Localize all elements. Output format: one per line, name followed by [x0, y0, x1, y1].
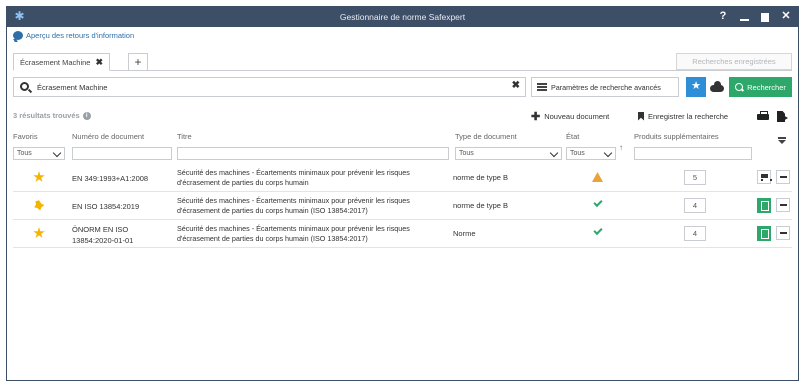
results-toolbar: 3 résultats trouvés i ✚ Nouveau document…	[13, 108, 792, 124]
pdf-icon[interactable]	[757, 198, 771, 213]
search-box: ✖	[13, 77, 526, 97]
warning-icon	[592, 172, 603, 182]
document-title: Sécurité des machines - Écartements mini…	[177, 196, 410, 215]
type-filter-value: Tous	[459, 150, 474, 157]
favorite-star-half-icon[interactable]	[34, 200, 45, 211]
title-filter-input[interactable]	[177, 147, 449, 160]
save-search-label: Enregistrer la recherche	[648, 111, 729, 121]
tab-bar: Écrasement Machine ✖ + Recherches enregi…	[13, 49, 792, 71]
results-count-label: 3 résultats trouvés	[13, 111, 80, 120]
save-search-button[interactable]: Enregistrer la recherche	[638, 108, 728, 124]
tab-label: Écrasement Machine	[20, 57, 91, 67]
state-filter-select[interactable]: Tous	[566, 147, 616, 160]
window-title: Gestionnaire de norme Safexpert	[339, 12, 466, 22]
export-icon[interactable]	[777, 111, 789, 122]
filter-lines-icon	[537, 83, 547, 91]
document-number: EN 349:1993+A1:2008	[72, 174, 149, 183]
chevron-down-icon	[52, 148, 62, 158]
document-title: Sécurité des machines - Écartements mini…	[177, 224, 410, 243]
column-header-title[interactable]: Titre	[177, 132, 192, 141]
document-title: Sécurité des machines - Écartements mini…	[177, 168, 410, 187]
feedback-label: Aperçu des retours d'information	[26, 30, 135, 40]
checkmark-icon	[593, 197, 603, 208]
column-header-number[interactable]: Numéro de document	[72, 132, 144, 141]
bookmark-icon	[638, 111, 644, 121]
minimize-button[interactable]	[738, 10, 750, 23]
favorites-filter-button[interactable]: ★	[686, 77, 706, 97]
results-count: 3 résultats trouvés i	[13, 111, 91, 120]
favorites-filter-value: Tous	[17, 150, 32, 157]
plus-icon: ✚	[531, 110, 541, 123]
column-header-extra[interactable]: Produits supplémentaires	[634, 132, 719, 141]
column-menu-icon[interactable]	[775, 134, 789, 146]
more-options-icon[interactable]	[776, 170, 790, 184]
favorite-star-icon[interactable]	[33, 227, 45, 238]
more-options-icon[interactable]	[776, 198, 790, 212]
number-filter-input[interactable]	[72, 147, 172, 160]
search-input[interactable]	[37, 80, 507, 94]
favorites-filter-select[interactable]: Tous	[13, 147, 65, 160]
tab-search[interactable]: Écrasement Machine ✖	[13, 53, 110, 71]
print-icon[interactable]	[757, 111, 769, 121]
advanced-search-button[interactable]: Paramètres de recherche avancés	[531, 77, 679, 97]
column-header-favorites[interactable]: Favoris	[13, 132, 38, 141]
search-icon	[20, 82, 29, 91]
info-icon[interactable]: i	[82, 111, 91, 120]
feedback-link[interactable]: Aperçu des retours d'information	[13, 29, 134, 41]
type-filter-select[interactable]: Tous	[455, 147, 562, 160]
table-row[interactable]: EN ISO 13854:2019 Sécurité des machines …	[13, 192, 792, 220]
app-window: ✱ Gestionnaire de norme Safexpert ? ✕ Ap…	[6, 6, 799, 381]
new-document-button[interactable]: ✚ Nouveau document	[531, 108, 609, 124]
extra-products-count[interactable]: 5	[684, 170, 706, 185]
close-button[interactable]: ✕	[780, 10, 792, 23]
document-type: norme de type B	[453, 173, 509, 182]
search-button-icon	[735, 83, 744, 91]
search-row: ✖ Paramètres de recherche avancés ★ Rech…	[13, 77, 792, 97]
table-row[interactable]: EN 349:1993+A1:2008 Sécurité des machine…	[13, 164, 792, 192]
pdf-icon[interactable]	[757, 226, 771, 241]
column-header-type[interactable]: Type de document	[455, 132, 517, 141]
new-document-label: Nouveau document	[544, 111, 610, 121]
favorite-star-icon[interactable]	[33, 171, 45, 182]
maximize-button[interactable]	[759, 10, 771, 23]
sort-arrow-icon[interactable]: ↑	[619, 143, 623, 152]
document-type: norme de type B	[453, 201, 509, 210]
extra-filter-input[interactable]	[634, 147, 752, 160]
checkmark-icon	[593, 225, 603, 236]
table-row[interactable]: ÖNORM EN ISO 13854:2020-01-01 Sécurité d…	[13, 220, 792, 248]
extra-products-count[interactable]: 4	[684, 226, 706, 241]
title-bar: ✱ Gestionnaire de norme Safexpert ? ✕	[7, 7, 798, 27]
document-number: EN ISO 13854:2019	[72, 202, 140, 211]
advanced-search-label: Paramètres de recherche avancés	[551, 82, 661, 92]
add-tab-button[interactable]: +	[128, 53, 148, 71]
cart-icon[interactable]	[757, 170, 772, 184]
window-controls: ? ✕	[717, 10, 792, 23]
clear-search-icon[interactable]: ✖	[512, 80, 520, 91]
cloud-icon[interactable]	[710, 81, 724, 92]
more-options-icon[interactable]	[776, 226, 790, 240]
document-number: ÖNORM EN ISO 13854:2020-01-01	[72, 225, 134, 245]
chevron-down-icon	[603, 148, 613, 158]
column-header-state[interactable]: État	[566, 132, 579, 141]
help-button[interactable]: ?	[717, 10, 729, 23]
search-button-label: Rechercher	[747, 82, 786, 92]
search-button[interactable]: Rechercher	[729, 77, 792, 97]
chat-bubble-icon	[13, 30, 23, 40]
tab-close-icon[interactable]: ✖	[95, 57, 103, 68]
saved-searches-button[interactable]: Recherches enregistrées	[676, 53, 792, 70]
state-filter-value: Tous	[570, 150, 585, 157]
document-type: Norme	[453, 229, 476, 238]
chevron-down-icon	[549, 148, 559, 158]
extra-products-count[interactable]: 4	[684, 198, 706, 213]
